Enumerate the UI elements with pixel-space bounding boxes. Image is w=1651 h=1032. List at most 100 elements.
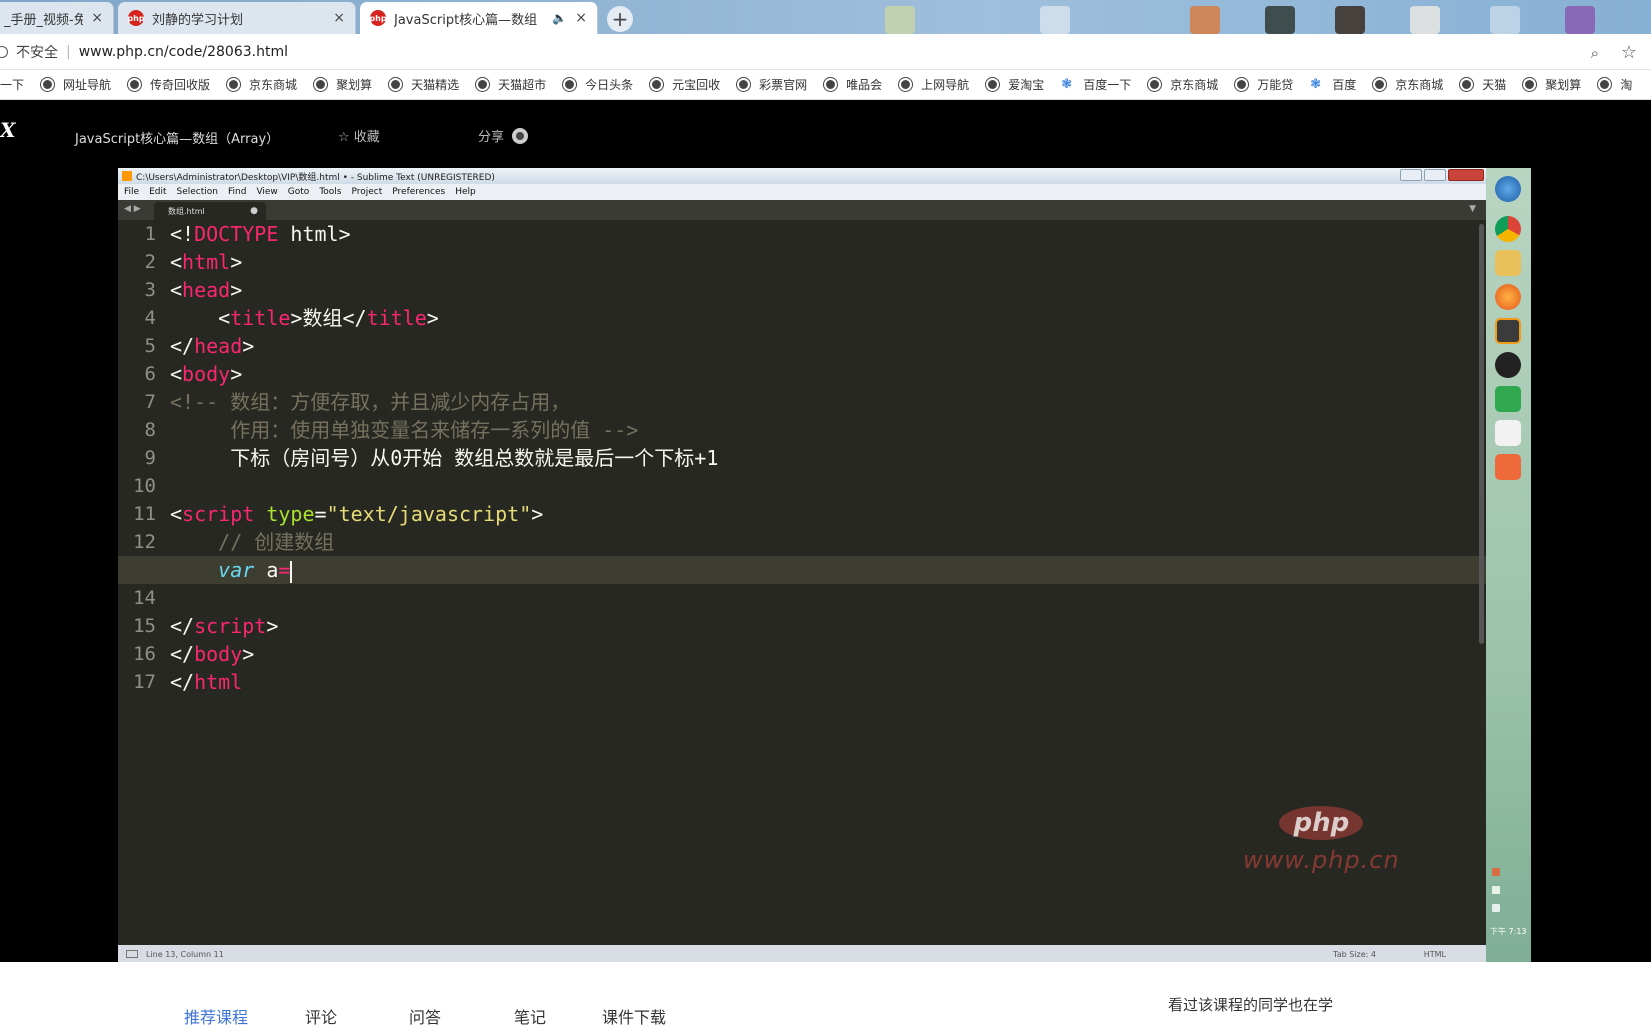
- bookmark-item[interactable]: 京东商城: [1373, 76, 1443, 93]
- cursor-position: Line 13, Column 11: [146, 949, 224, 959]
- input-method-icon[interactable]: [1492, 868, 1500, 876]
- bookmark-item[interactable]: 京东商城: [227, 76, 297, 93]
- bookmark-item[interactable]: 聚划算: [314, 76, 372, 93]
- editor-menu-item[interactable]: Find: [228, 187, 246, 197]
- new-tab-button[interactable]: +: [607, 6, 633, 32]
- obs-icon[interactable]: [1495, 352, 1521, 378]
- bookmark-label: 网址导航: [63, 78, 112, 92]
- close-icon[interactable]: [1448, 169, 1484, 181]
- tray-icon[interactable]: [1492, 886, 1500, 894]
- folder-icon[interactable]: [1495, 250, 1521, 276]
- editor-scrollbar[interactable]: [1479, 224, 1484, 644]
- editor-menu-item[interactable]: Edit: [149, 187, 166, 197]
- tab-title: 刘静的学习计划: [152, 12, 244, 28]
- tab-dropdown-icon[interactable]: ▼: [1469, 204, 1476, 214]
- watermark-logo: php: [1279, 806, 1364, 840]
- taskbar-clock[interactable]: 下午 7:13: [1490, 926, 1527, 937]
- tab-qa[interactable]: 问答: [409, 1004, 441, 1028]
- bookmark-item[interactable]: 上网导航: [899, 76, 969, 93]
- bookmark-item[interactable]: 京东商城: [1148, 76, 1218, 93]
- editor-menu-item[interactable]: View: [256, 187, 277, 197]
- tray-icon[interactable]: [1492, 904, 1500, 912]
- tab-notes[interactable]: 笔记: [514, 1004, 546, 1028]
- editor-menu-item[interactable]: Project: [351, 187, 382, 197]
- watermark-url: www.php.cn: [1243, 846, 1400, 874]
- bookmark-item[interactable]: ❃ 百度一下: [1061, 76, 1131, 93]
- tab-recommended-courses[interactable]: 推荐课程: [184, 1004, 248, 1028]
- desktop-icon: [1335, 6, 1365, 34]
- bookmark-item[interactable]: 天猫精选: [389, 76, 459, 93]
- bookmark-item[interactable]: 淘: [1598, 76, 1632, 93]
- bookmark-item[interactable]: ❃ 百度: [1310, 76, 1356, 93]
- tab-close-icon[interactable]: ×: [575, 10, 587, 26]
- tab-courseware-download[interactable]: 课件下载: [602, 1004, 666, 1028]
- php-watermark: php www.php.cn: [1243, 806, 1400, 874]
- bookmark-star-icon[interactable]: ☆: [1621, 42, 1637, 63]
- bookmark-item[interactable]: 聚划算: [1523, 76, 1581, 93]
- bookmarks-bar: 一下 网址导航 传奇回收版 京东商城 聚划算 天猫精选 天猫超市 今日头条 元宝回收 彩票官网 唯品…: [0, 70, 1651, 100]
- globe-icon: [389, 78, 403, 91]
- browser-tab-active[interactable]: php JavaScript核心篇—数组（A 🔈 ×: [360, 2, 598, 34]
- sublime-text-icon[interactable]: [1495, 318, 1521, 344]
- audio-playing-icon[interactable]: 🔈: [552, 11, 567, 25]
- bookmark-label: 百度: [1332, 78, 1357, 92]
- editor-menu-item[interactable]: Goto: [288, 187, 310, 197]
- tab-close-icon[interactable]: ×: [333, 10, 345, 26]
- bookmark-item[interactable]: 网址导航: [41, 76, 111, 93]
- bookmark-item[interactable]: 万能贷: [1235, 76, 1293, 93]
- bookmark-item[interactable]: 爱淘宝: [986, 76, 1044, 93]
- tab-comments[interactable]: 评论: [305, 1004, 337, 1028]
- firefox-icon[interactable]: [1495, 284, 1521, 310]
- chrome-icon[interactable]: [1495, 216, 1521, 242]
- browser-tab[interactable]: _手册_视频-免费 ×: [0, 2, 114, 34]
- editor-menu-item[interactable]: Selection: [177, 187, 218, 197]
- editor-menu-item[interactable]: Tools: [319, 187, 341, 197]
- code-line: </body>: [170, 642, 255, 666]
- camtasia-icon[interactable]: [1495, 386, 1521, 412]
- maximize-icon[interactable]: [1424, 169, 1446, 181]
- bookmark-item[interactable]: 一下: [0, 76, 24, 93]
- editor-menu-item[interactable]: File: [124, 187, 139, 197]
- favorite-button[interactable]: ☆ 收藏: [338, 126, 380, 145]
- start-button-icon[interactable]: [1495, 176, 1521, 202]
- tab-size-indicator[interactable]: Tab Size: 4: [1333, 950, 1376, 959]
- bookmark-label: 今日头条: [585, 78, 634, 92]
- site-info-icon[interactable]: [0, 45, 8, 58]
- address-bar[interactable]: 不安全 | www.php.cn/code/28063.html ⌕ ☆: [0, 34, 1651, 70]
- globe-icon: [41, 78, 55, 91]
- globe-icon: [986, 78, 1000, 91]
- app-icon[interactable]: [1495, 420, 1521, 446]
- editor-menu-item[interactable]: Preferences: [392, 187, 445, 197]
- editor-file-tab[interactable]: 数组.html ●: [154, 202, 266, 220]
- app-icon[interactable]: [1495, 454, 1521, 480]
- tab-title: JavaScript核心篇—数组（A: [394, 12, 547, 28]
- zoom-icon[interactable]: ⌕: [1591, 44, 1599, 62]
- bookmark-item[interactable]: 唯品会: [824, 76, 882, 93]
- globe-icon: [1373, 78, 1387, 91]
- bookmark-item[interactable]: 彩票官网: [737, 76, 807, 93]
- globe-icon: [128, 78, 142, 91]
- bookmark-item[interactable]: 今日头条: [563, 76, 633, 93]
- bookmark-label: 聚划算: [336, 78, 373, 92]
- unsaved-dot-icon[interactable]: ●: [250, 206, 258, 216]
- tab-close-icon[interactable]: ×: [91, 10, 103, 26]
- site-logo[interactable]: X: [0, 118, 24, 144]
- bookmark-item[interactable]: 天猫超市: [476, 76, 546, 93]
- share-button[interactable]: 分享: [478, 126, 529, 145]
- bookmark-label: 京东商城: [1395, 78, 1444, 92]
- insecure-label[interactable]: 不安全: [16, 42, 58, 62]
- minimize-icon[interactable]: [1400, 169, 1422, 181]
- bookmark-label: 天猫精选: [411, 78, 460, 92]
- editor-window-title: C:\Users\Administrator\Desktop\VIP\数组.ht…: [136, 172, 495, 183]
- editor-menu-item[interactable]: Help: [455, 187, 476, 197]
- bookmark-item[interactable]: 传奇回收版: [128, 76, 210, 93]
- tab-nav-arrows-icon[interactable]: ◀ ▶: [124, 204, 141, 214]
- url-text[interactable]: www.php.cn/code/28063.html: [79, 44, 288, 60]
- syntax-indicator[interactable]: HTML: [1424, 950, 1446, 959]
- course-title: JavaScript核心篇—数组（Array）: [75, 132, 280, 147]
- bookmark-item[interactable]: 元宝回收: [650, 76, 720, 93]
- panel-toggle-icon[interactable]: [126, 950, 138, 958]
- bookmark-item[interactable]: 天猫: [1460, 76, 1506, 93]
- browser-tab[interactable]: php 刘静的学习计划 ×: [118, 2, 356, 34]
- video-player[interactable]: C:\Users\Administrator\Desktop\VIP\数组.ht…: [118, 168, 1531, 963]
